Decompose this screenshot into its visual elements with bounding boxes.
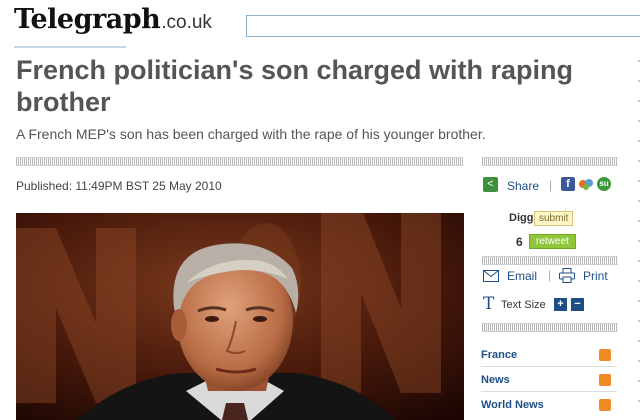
- retweet-button[interactable]: retweet: [529, 234, 576, 249]
- retweet-count: 6: [516, 235, 523, 249]
- share-toolbar: < Share | f su: [483, 177, 618, 195]
- print-link[interactable]: Print: [583, 269, 608, 283]
- topic-item[interactable]: France: [481, 347, 617, 367]
- envelope-icon[interactable]: [483, 270, 499, 282]
- digg-submit-button[interactable]: submit: [534, 211, 574, 226]
- share-icon[interactable]: <: [483, 177, 498, 192]
- article-photo[interactable]: [16, 213, 464, 420]
- divider-hatch-side: [482, 157, 618, 166]
- topic-link[interactable]: News: [481, 374, 510, 386]
- divider-hatch-side-3: [482, 323, 618, 332]
- printer-icon[interactable]: [559, 268, 575, 283]
- topic-link[interactable]: World News: [481, 399, 544, 411]
- share-separator: |: [549, 178, 553, 192]
- email-print-row: Email | Print: [483, 268, 618, 284]
- text-size-icon: T: [483, 294, 495, 314]
- topic-item[interactable]: News: [481, 372, 617, 392]
- divider-hatch-main: [16, 157, 463, 166]
- article-headline: French politician's son charged with rap…: [16, 55, 573, 117]
- rss-icon[interactable]: [599, 374, 611, 386]
- telegraph-logo[interactable]: Telegraph.co.uk: [14, 4, 212, 35]
- digg-label: Digg: [509, 212, 534, 224]
- email-link[interactable]: Email: [507, 269, 537, 283]
- share-link[interactable]: Share: [507, 179, 539, 193]
- email-print-separator: |: [548, 268, 552, 282]
- text-size-control: T Text Size + −: [483, 294, 618, 314]
- topic-item[interactable]: World News: [481, 397, 617, 415]
- text-size-decrease-button[interactable]: −: [571, 298, 584, 311]
- topic-divider: [481, 366, 617, 367]
- masthead-rule: [14, 46, 126, 48]
- logo-domain: .co.uk: [161, 12, 212, 33]
- stumbleupon-icon[interactable]: su: [597, 177, 611, 191]
- search-input[interactable]: [246, 15, 640, 37]
- divider-hatch-side-2: [482, 256, 618, 265]
- logo-wordmark: Telegraph: [14, 4, 161, 35]
- masthead: Telegraph.co.uk: [0, 0, 640, 48]
- rss-icon[interactable]: [599, 349, 611, 361]
- text-size-increase-button[interactable]: +: [554, 298, 567, 311]
- social-icon[interactable]: [578, 177, 594, 191]
- topic-divider: [481, 391, 617, 392]
- text-size-label: Text Size: [501, 299, 546, 311]
- published-date: Published: 11:49PM BST 25 May 2010: [16, 179, 222, 193]
- topic-link[interactable]: France: [481, 349, 517, 361]
- article-standfirst: A French MEP's son has been charged with…: [16, 126, 486, 142]
- facebook-icon[interactable]: f: [561, 177, 575, 191]
- politician-photo: [16, 213, 464, 420]
- rss-icon[interactable]: [599, 399, 611, 411]
